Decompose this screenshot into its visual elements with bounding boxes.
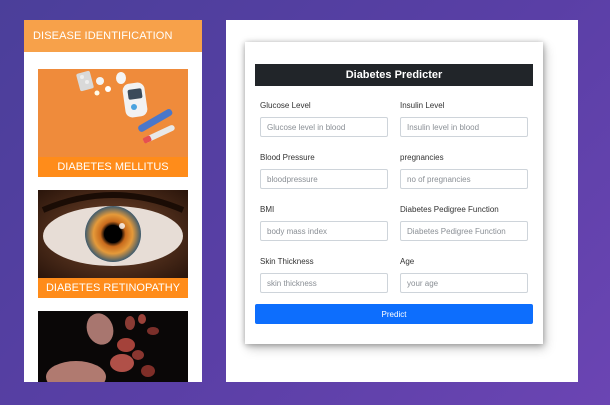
field-pedigree-function: Diabetes Pedigree Function: [400, 204, 528, 241]
skin-thickness-label: Skin Thickness: [260, 257, 314, 266]
pedigree-input[interactable]: [400, 221, 528, 241]
bmi-input[interactable]: [260, 221, 388, 241]
field-bmi: BMI: [260, 204, 388, 241]
bmi-label: BMI: [260, 205, 275, 214]
eye-iris-image: [38, 190, 188, 278]
age-label: Age: [400, 257, 415, 266]
card-label-diabetes-retinopathy: DIABETES RETINOPATHY: [38, 278, 188, 298]
field-skin-thickness: Skin Thickness: [260, 256, 388, 293]
skin-thickness-input[interactable]: [260, 273, 388, 293]
blood-cells-image: [38, 311, 188, 382]
glucose-input[interactable]: [260, 117, 388, 137]
field-glucose-level: Glucose Level: [260, 100, 388, 137]
field-blood-pressure: Blood Pressure: [260, 152, 388, 189]
glucometer-pills-image: [38, 69, 188, 157]
pregnancies-label: pregnancies: [400, 153, 444, 162]
prediction-form: Diabetes Predicter Glucose Level Insulin…: [245, 42, 543, 344]
main-panel: Diabetes Predicter Glucose Level Insulin…: [226, 20, 578, 382]
form-title: Diabetes Predicter: [255, 64, 533, 86]
insulin-input[interactable]: [400, 117, 528, 137]
field-age: Age: [400, 256, 528, 293]
sidebar-title: DISEASE IDENTIFICATION: [24, 20, 202, 52]
blood-pressure-label: Blood Pressure: [260, 153, 315, 162]
card-label-diabetes-mellitus: DIABETES MELLITUS: [38, 157, 188, 177]
pedigree-label: Diabetes Pedigree Function: [400, 205, 499, 214]
disease-card-blood-cells[interactable]: [38, 311, 188, 382]
age-input[interactable]: [400, 273, 528, 293]
blood-pressure-input[interactable]: [260, 169, 388, 189]
insulin-label: Insulin Level: [400, 101, 445, 110]
pregnancies-input[interactable]: [400, 169, 528, 189]
glucose-label: Glucose Level: [260, 101, 311, 110]
predict-button[interactable]: Predict: [255, 304, 533, 324]
disease-card-diabetes-mellitus[interactable]: DIABETES MELLITUS: [38, 69, 188, 177]
disease-card-diabetes-retinopathy[interactable]: DIABETES RETINOPATHY: [38, 190, 188, 298]
disease-sidebar: DISEASE IDENTIFICATION DIABETES MELLITUS…: [24, 20, 202, 382]
field-insulin-level: Insulin Level: [400, 100, 528, 137]
field-pregnancies: pregnancies: [400, 152, 528, 189]
